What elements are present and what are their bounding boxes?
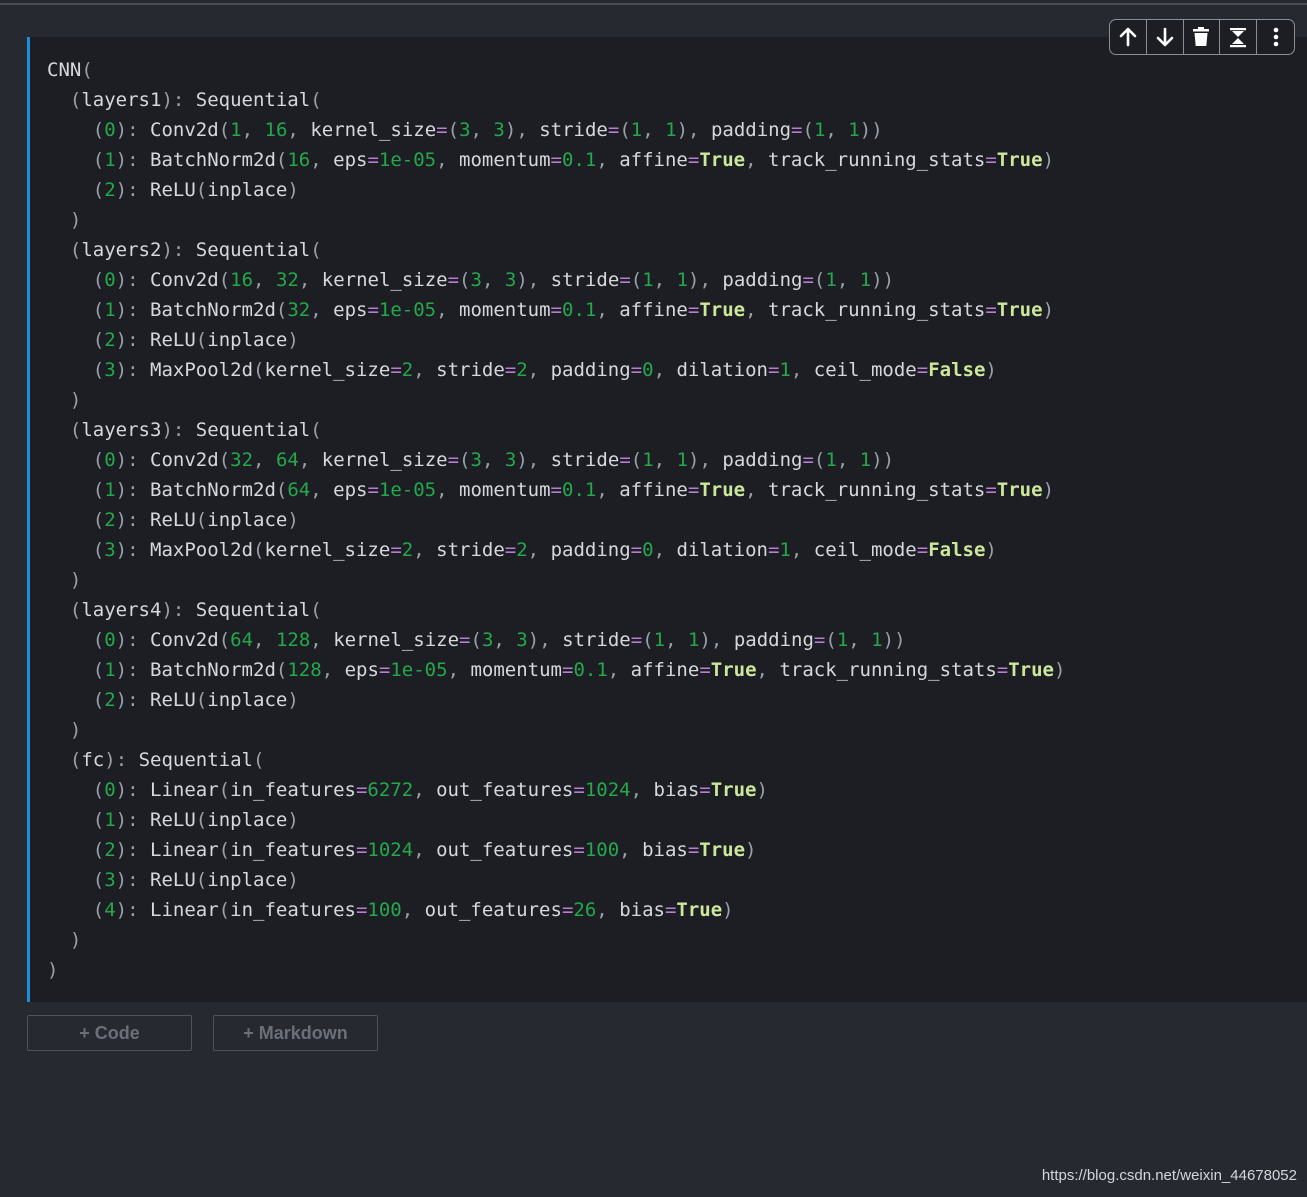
editor-top-border — [0, 0, 1307, 5]
output-line: (layers2): Sequential( — [69, 239, 322, 261]
more-actions-button[interactable] — [1257, 20, 1294, 54]
cell-toolbar — [1109, 19, 1295, 55]
output-line: (3): MaxPool2d(kernel_size=2, stride=2, … — [92, 539, 997, 561]
output-line: (1): BatchNorm2d(32, eps=1e-05, momentum… — [92, 299, 1055, 321]
output-cell[interactable]: CNN( (layers1): Sequential( (0): Conv2d(… — [27, 37, 1307, 1002]
watermark-url: https://blog.csdn.net/weixin_44678052 — [1041, 1167, 1297, 1184]
add-code-cell-button[interactable]: + Code — [27, 1015, 192, 1051]
output-line: (3): MaxPool2d(kernel_size=2, stride=2, … — [92, 359, 997, 381]
output-line: (layers3): Sequential( — [69, 419, 322, 441]
more-icon — [1273, 27, 1278, 47]
add-markdown-cell-button[interactable]: + Markdown — [213, 1015, 378, 1051]
cell-focus-indicator — [27, 37, 30, 1002]
output-line: (4): Linear(in_features=100, out_feature… — [92, 899, 734, 921]
output-line: (1): ReLU(inplace) — [92, 809, 299, 831]
output-line: (2): ReLU(inplace) — [92, 179, 299, 201]
move-up-icon — [1119, 27, 1137, 47]
move-up-button[interactable] — [1110, 20, 1147, 54]
output-line: (1): BatchNorm2d(16, eps=1e-05, momentum… — [92, 149, 1055, 171]
output-line: (2): Linear(in_features=1024, out_featur… — [92, 839, 757, 861]
output-line: (0): Conv2d(1, 16, kernel_size=(3, 3), s… — [92, 119, 883, 141]
output-line: ) — [69, 719, 82, 741]
output-line: (0): Conv2d(32, 64, kernel_size=(3, 3), … — [92, 449, 895, 471]
output-line: (2): ReLU(inplace) — [92, 509, 299, 531]
output-line: (1): BatchNorm2d(128, eps=1e-05, momentu… — [92, 659, 1066, 681]
output-line: (2): ReLU(inplace) — [92, 689, 299, 711]
output-line: CNN( — [47, 59, 93, 81]
move-down-icon — [1156, 27, 1173, 47]
output-line: (fc): Sequential( — [69, 749, 265, 771]
output-line: (2): ReLU(inplace) — [92, 329, 299, 351]
split-cell-icon — [1230, 28, 1247, 48]
output-line: ) — [69, 209, 82, 231]
output-line: (0): Conv2d(16, 32, kernel_size=(3, 3), … — [92, 269, 895, 291]
output-line: (0): Linear(in_features=6272, out_featur… — [92, 779, 768, 801]
delete-button[interactable] — [1184, 20, 1221, 54]
output-line: ) — [69, 569, 82, 591]
delete-icon — [1193, 27, 1210, 46]
output-line: ) — [47, 959, 59, 981]
output-line: (0): Conv2d(64, 128, kernel_size=(3, 3),… — [92, 629, 906, 651]
split-cell-button[interactable] — [1220, 20, 1258, 54]
cell-output: CNN( (layers1): Sequential( (0): Conv2d(… — [47, 55, 1065, 985]
output-line: ) — [69, 929, 82, 951]
output-line: ) — [69, 389, 82, 411]
output-line: (1): BatchNorm2d(64, eps=1e-05, momentum… — [92, 479, 1055, 501]
output-line: (layers4): Sequential( — [69, 599, 322, 621]
output-line: (layers1): Sequential( — [69, 89, 322, 111]
output-line: (3): ReLU(inplace) — [92, 869, 299, 891]
move-down-button[interactable] — [1147, 20, 1184, 54]
